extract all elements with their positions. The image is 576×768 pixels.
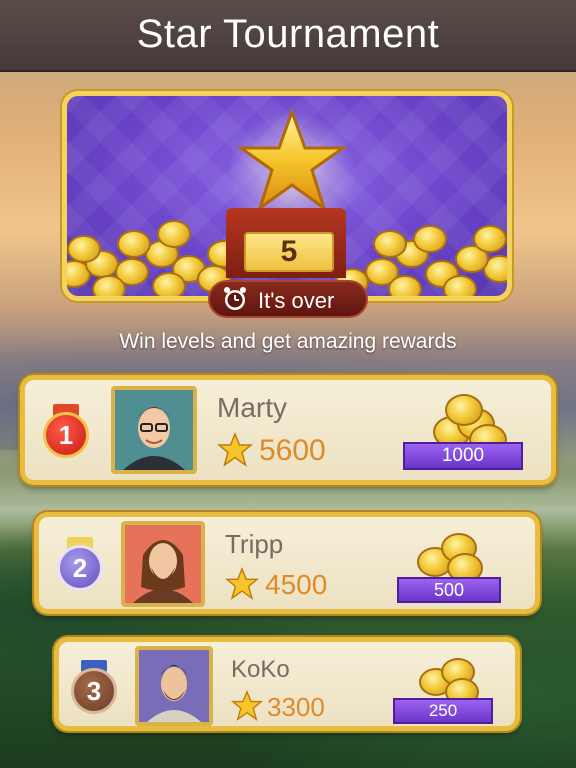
gold-star-icon xyxy=(237,108,347,212)
coin-reward: 500 xyxy=(389,521,509,607)
status-text: It's over xyxy=(258,288,335,313)
avatar xyxy=(111,386,197,474)
avatar xyxy=(135,646,213,726)
player-score: 5600 xyxy=(259,434,326,467)
player-score: 4500 xyxy=(265,569,328,600)
page-title: Star Tournament xyxy=(136,12,440,56)
reward-amount: 500 xyxy=(397,577,501,603)
subtitle: Win levels and get amazing rewards xyxy=(119,330,457,353)
leaderboard-row-2[interactable]: 2 Tripp 4500 500 xyxy=(34,512,540,614)
reward-amount: 250 xyxy=(393,698,493,724)
coin-reward: 250 xyxy=(389,644,499,728)
player-score: 3300 xyxy=(267,692,325,722)
star-icon xyxy=(217,432,253,467)
level-number: 5 xyxy=(244,232,334,272)
player-name: Tripp xyxy=(225,529,284,559)
coin-reward: 1000 xyxy=(399,386,529,472)
player-name: Marty xyxy=(217,392,287,423)
reward-amount: 1000 xyxy=(403,442,523,470)
player-name: KoKo xyxy=(231,656,290,683)
avatar xyxy=(121,521,205,607)
rank-medal: 1 xyxy=(43,404,89,460)
rank-medal: 2 xyxy=(57,537,103,593)
alarm-clock-icon xyxy=(224,287,246,310)
status-badge: It's over xyxy=(208,280,368,318)
star-icon xyxy=(231,690,263,721)
star-icon xyxy=(225,567,259,600)
leaderboard-row-1[interactable]: 1 Marty 5600 1000 xyxy=(20,375,556,485)
rank-medal: 3 xyxy=(71,660,117,716)
leaderboard-row-3[interactable]: 3 KoKo 3300 250 xyxy=(54,637,520,731)
title-bar: Star Tournament xyxy=(0,0,576,70)
